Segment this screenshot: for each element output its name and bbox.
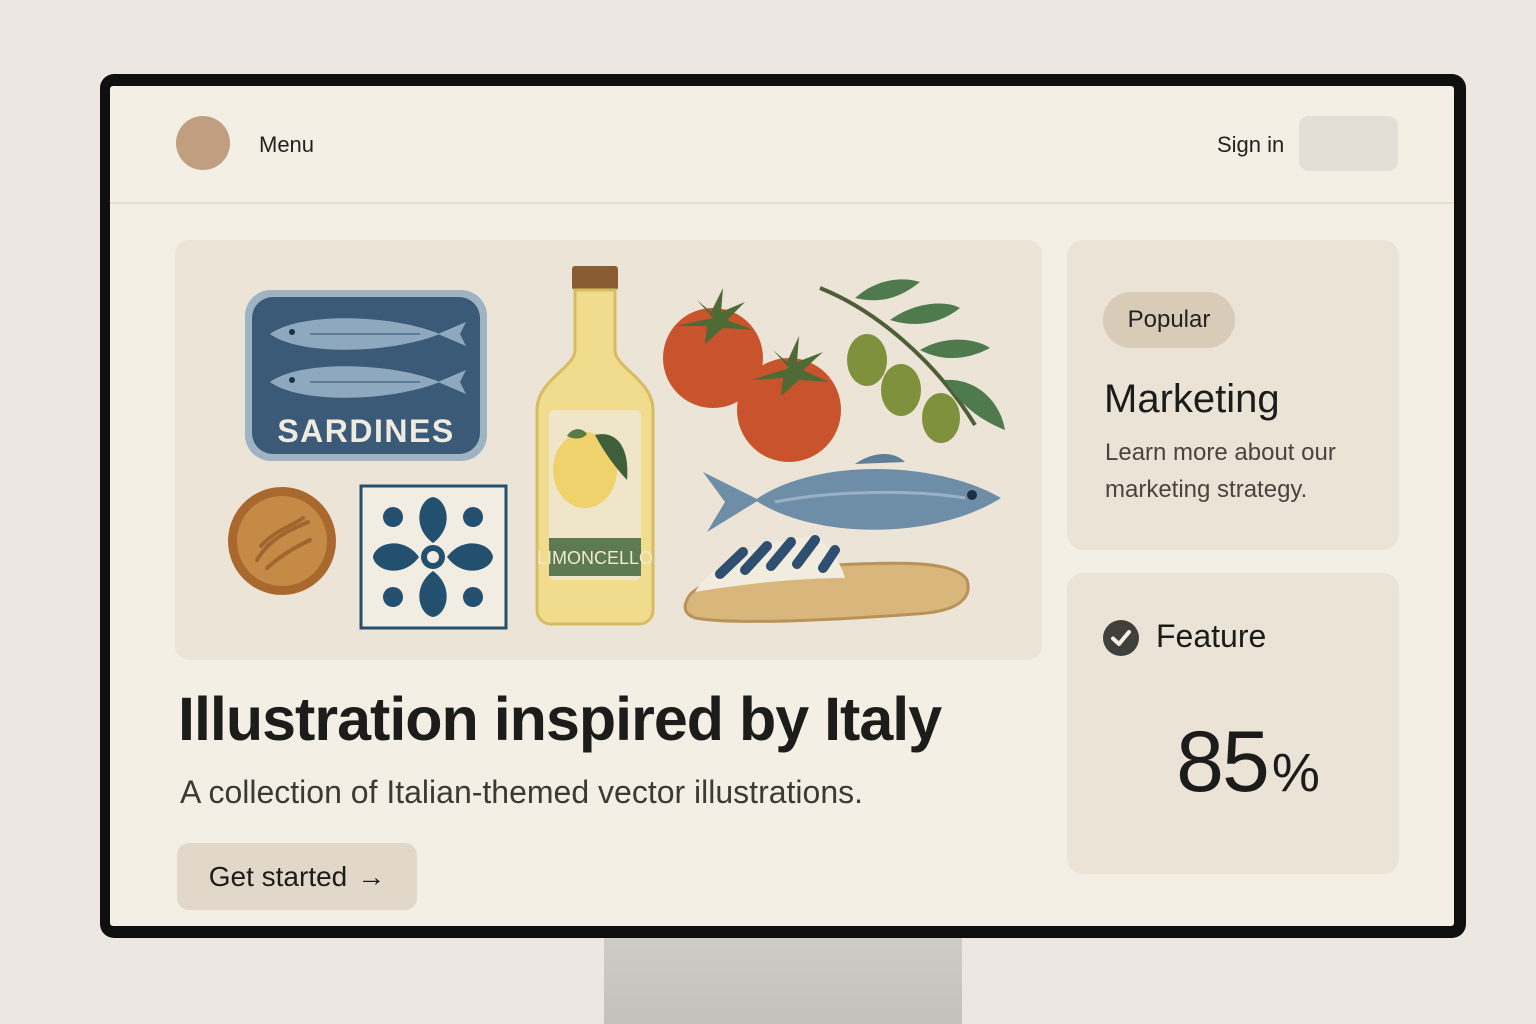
feature-card[interactable]: Feature 85% <box>1067 573 1399 874</box>
sign-in-link[interactable]: Sign in <box>1217 132 1284 158</box>
limoncello-bottle-icon: LIMONCELLO <box>535 266 655 626</box>
hero-subtitle: A collection of Italian-themed vector il… <box>180 774 863 810</box>
feature-label: Feature <box>1156 618 1267 654</box>
tomato-icon <box>663 288 841 462</box>
get-started-button[interactable]: Get started → <box>177 843 417 910</box>
check-circle-icon <box>1103 620 1139 656</box>
top-nav: Menu Sign in <box>110 86 1454 204</box>
feature-value: 85% <box>1067 713 1427 812</box>
avatar[interactable] <box>176 116 230 170</box>
marketing-description: Learn more about our marketing strategy. <box>1105 439 1336 503</box>
monitor-stand <box>604 936 962 1024</box>
arrow-right-icon: → <box>357 860 386 892</box>
header-action-button[interactable] <box>1299 116 1398 171</box>
marketing-card[interactable]: Popular Marketing Learn more about our m… <box>1067 240 1399 550</box>
sardine-tin-icon: SARDINES <box>245 290 487 461</box>
screen: Menu Sign in SARDINES LIMONCELLO Illustr… <box>110 86 1454 926</box>
italy-illustration: SARDINES LIMONCELLO <box>228 266 1005 630</box>
olive-branch-icon <box>819 279 1005 443</box>
feature-percent-number: 85 <box>1176 714 1270 810</box>
menu-link[interactable]: Menu <box>259 132 314 158</box>
marketing-title: Marketing <box>1104 377 1280 421</box>
get-started-label: Get started <box>208 860 348 892</box>
bread-icon <box>228 487 336 595</box>
percent-sign: % <box>1271 743 1320 803</box>
hero-title: Illustration inspired by Italy <box>178 685 942 753</box>
espadrille-icon <box>683 535 970 623</box>
sardines-label: SARDINES <box>277 413 454 449</box>
majolica-tile-icon <box>359 484 508 630</box>
limoncello-label: LIMONCELLO <box>537 548 653 568</box>
hero-illustration: SARDINES LIMONCELLO <box>175 240 1042 660</box>
fish-icon <box>703 454 1001 532</box>
popular-badge: Popular <box>1103 292 1235 348</box>
